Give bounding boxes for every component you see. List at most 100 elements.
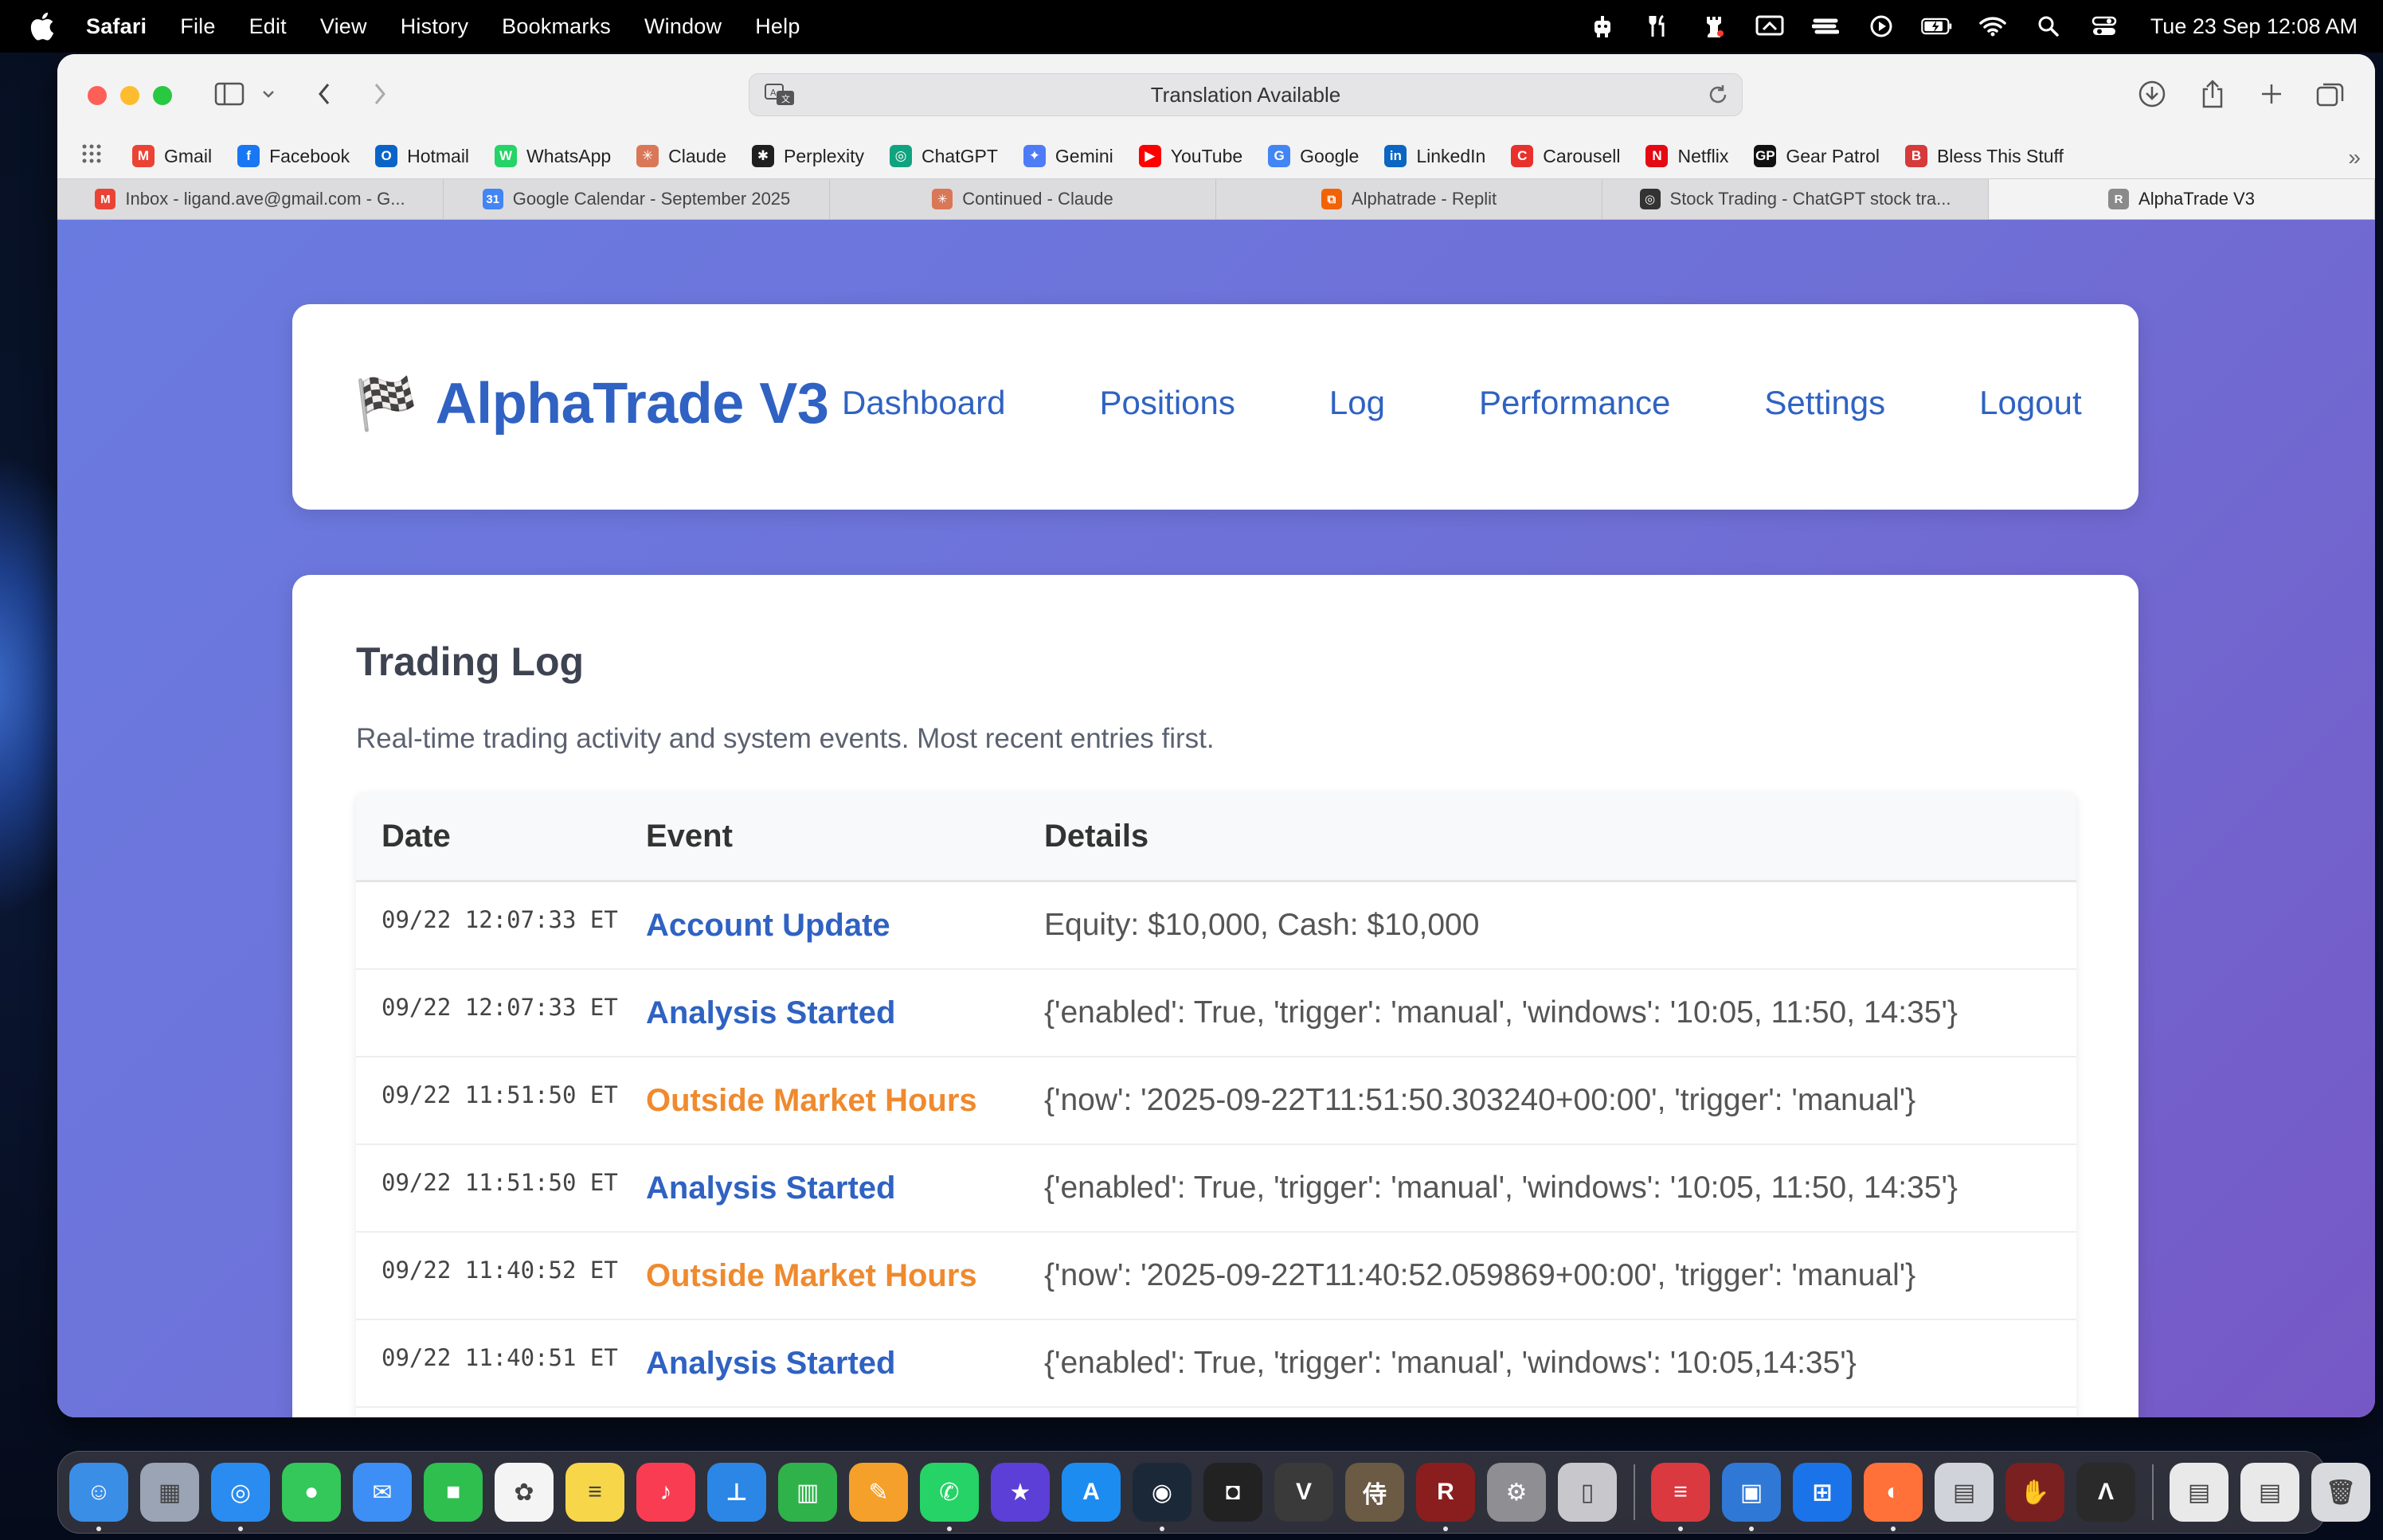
remote-desktop-icon[interactable]: ▣ xyxy=(1722,1463,1781,1531)
bookmark-claude[interactable]: ✳ Claude xyxy=(636,145,726,167)
bookmark-whatsapp[interactable]: W WhatsApp xyxy=(495,145,611,167)
address-bar[interactable]: A文 Translation Available xyxy=(749,73,1743,116)
chess-rook-icon[interactable] xyxy=(1698,14,1730,38)
launchpad-icon[interactable]: ▦ xyxy=(140,1463,199,1522)
downloads-icon[interactable] xyxy=(2136,78,2168,110)
nav-log[interactable]: Log xyxy=(1329,384,1385,422)
menu-bar-clock[interactable]: Tue 23 Sep 12:08 AM xyxy=(2150,14,2358,39)
minimize-window-button[interactable] xyxy=(120,86,139,105)
bookmark-chatgpt[interactable]: ◎ ChatGPT xyxy=(890,145,998,167)
menu-view[interactable]: View xyxy=(320,14,367,39)
apps-grid-icon[interactable] xyxy=(81,143,102,169)
nav-logout[interactable]: Logout xyxy=(1979,384,2081,422)
preview-icon[interactable]: ▤ xyxy=(1935,1463,1994,1522)
browser-tab[interactable]: 31 Google Calendar - September 2025 xyxy=(444,179,830,219)
browser-tab[interactable]: ◎ Stock Trading - ChatGPT stock tra... xyxy=(1602,179,1989,219)
bookmark-carousell[interactable]: C Carousell xyxy=(1511,145,1620,167)
battery-icon[interactable] xyxy=(1921,14,1953,38)
iphone-mirroring-icon[interactable]: ▯ xyxy=(1558,1463,1617,1522)
safari-icon[interactable]: ◎ xyxy=(211,1463,270,1531)
reload-icon[interactable] xyxy=(1707,84,1729,111)
nav-performance[interactable]: Performance xyxy=(1479,384,1670,422)
menu-history[interactable]: History xyxy=(401,14,468,39)
app-store-icon[interactable]: A xyxy=(1062,1463,1121,1522)
nav-settings[interactable]: Settings xyxy=(1764,384,1885,422)
recent-document-1-icon[interactable]: ▤ xyxy=(2170,1463,2228,1522)
back-arrow-icon[interactable] xyxy=(312,78,336,110)
shogun-icon[interactable]: 侍 xyxy=(1345,1463,1404,1522)
vivaldi-icon[interactable]: V xyxy=(1274,1463,1333,1522)
messages-icon[interactable]: ● xyxy=(282,1463,341,1522)
new-tab-icon[interactable] xyxy=(2256,78,2287,110)
double-chevron-right-icon[interactable]: » xyxy=(2348,145,2361,170)
windows-app-icon[interactable]: ⊞ xyxy=(1793,1463,1852,1522)
notes-icon[interactable]: ≡ xyxy=(565,1463,624,1522)
music-icon[interactable]: ♪ xyxy=(636,1463,695,1522)
crossover-icon[interactable]: ✋ xyxy=(2005,1463,2064,1522)
share-icon[interactable] xyxy=(2197,78,2228,110)
numbers-icon[interactable]: ▥ xyxy=(778,1463,837,1522)
affinity-icon[interactable]: Λ xyxy=(2076,1463,2135,1522)
screenshot-icon[interactable]: ◘ xyxy=(1203,1463,1262,1522)
control-center-icon[interactable] xyxy=(2088,14,2120,38)
bookmark-label: Netflix xyxy=(1677,145,1729,166)
nav-positions[interactable]: Positions xyxy=(1099,384,1235,422)
bookmark-gear-patrol[interactable]: GP Gear Patrol xyxy=(1754,145,1880,167)
table-row: 09/22 12:07:33 ET Analysis Started {'enabl… xyxy=(356,970,2076,1057)
rome-icon[interactable]: R xyxy=(1416,1463,1475,1531)
fork-knife-icon[interactable] xyxy=(1642,14,1674,38)
steam-icon[interactable]: ◉ xyxy=(1133,1463,1192,1531)
bookmark-netflix[interactable]: N Netflix xyxy=(1645,145,1728,167)
wifi-icon[interactable] xyxy=(1977,14,2009,38)
menu-window[interactable]: Window xyxy=(644,14,722,39)
nav-dashboard[interactable]: Dashboard xyxy=(842,384,1005,422)
zoom-window-button[interactable] xyxy=(153,86,172,105)
expressvpn-status-icon[interactable] xyxy=(1810,14,1841,38)
bookmark-hotmail[interactable]: O Hotmail xyxy=(375,145,469,167)
bookmark-linkedin[interactable]: in LinkedIn xyxy=(1384,145,1485,167)
log-event: Outside Market Hours xyxy=(646,1083,977,1118)
forward-arrow-icon[interactable] xyxy=(368,78,392,110)
menu-help[interactable]: Help xyxy=(755,14,800,39)
finder-icon[interactable]: ☺ xyxy=(69,1463,128,1531)
firefox-icon[interactable]: ◐ xyxy=(1864,1463,1923,1531)
play-circle-icon[interactable] xyxy=(1865,14,1897,38)
pages-icon[interactable]: ✎ xyxy=(849,1463,908,1522)
sidebar-toggle-icon[interactable] xyxy=(213,78,245,110)
screen-mirroring-icon[interactable] xyxy=(1754,14,1786,38)
expressvpn-icon[interactable]: ≡ xyxy=(1651,1463,1710,1531)
menu-bookmarks[interactable]: Bookmarks xyxy=(502,14,611,39)
whatsapp-icon[interactable]: ✆ xyxy=(920,1463,979,1531)
bookmark-gmail[interactable]: M Gmail xyxy=(132,145,212,167)
tab-overview-icon[interactable] xyxy=(2315,78,2346,110)
bookmark-google[interactable]: G Google xyxy=(1268,145,1359,167)
recent-document-2-icon[interactable]: ▤ xyxy=(2240,1463,2299,1522)
keynote-icon[interactable]: ⊥ xyxy=(707,1463,766,1522)
bookmark-youtube[interactable]: ▶ YouTube xyxy=(1138,145,1242,167)
brand[interactable]: 🏁 AlphaTrade V3 xyxy=(354,371,829,436)
bookmark-bless-this-stuff[interactable]: B Bless This Stuff xyxy=(1904,145,2064,167)
imovie-icon[interactable]: ★ xyxy=(991,1463,1050,1522)
spotlight-search-icon[interactable] xyxy=(2033,14,2064,38)
bookmark-perplexity[interactable]: ✱ Perplexity xyxy=(752,145,864,167)
browser-tab[interactable]: R AlphaTrade V3 xyxy=(1989,179,2375,219)
bookmark-gemini[interactable]: ✦ Gemini xyxy=(1023,145,1113,167)
menu-file[interactable]: File xyxy=(180,14,215,39)
bookmark-label: Perplexity xyxy=(784,145,865,166)
facetime-icon[interactable]: ■ xyxy=(424,1463,483,1522)
browser-tab[interactable]: M Inbox - ligand.ave@gmail.com - G... xyxy=(57,179,444,219)
close-window-button[interactable] xyxy=(88,86,107,105)
menu-edit[interactable]: Edit xyxy=(249,14,287,39)
photos-icon[interactable]: ✿ xyxy=(495,1463,554,1522)
menu-app-name[interactable]: Safari xyxy=(86,14,147,39)
robot-icon[interactable] xyxy=(1587,14,1618,38)
trash-icon[interactable]: 🗑 xyxy=(2311,1463,2370,1522)
mail-icon[interactable]: ✉ xyxy=(353,1463,412,1522)
browser-tab[interactable]: ⧉ Alphatrade - Replit xyxy=(1216,179,1602,219)
system-settings-icon[interactable]: ⚙ xyxy=(1487,1463,1546,1522)
browser-tab[interactable]: ✳ Continued - Claude xyxy=(830,179,1216,219)
bookmark-facebook[interactable]: f Facebook xyxy=(237,145,350,167)
apple-menu-icon[interactable] xyxy=(30,10,57,42)
chevron-down-icon[interactable] xyxy=(260,78,277,110)
translate-icon[interactable]: A文 xyxy=(764,83,796,112)
